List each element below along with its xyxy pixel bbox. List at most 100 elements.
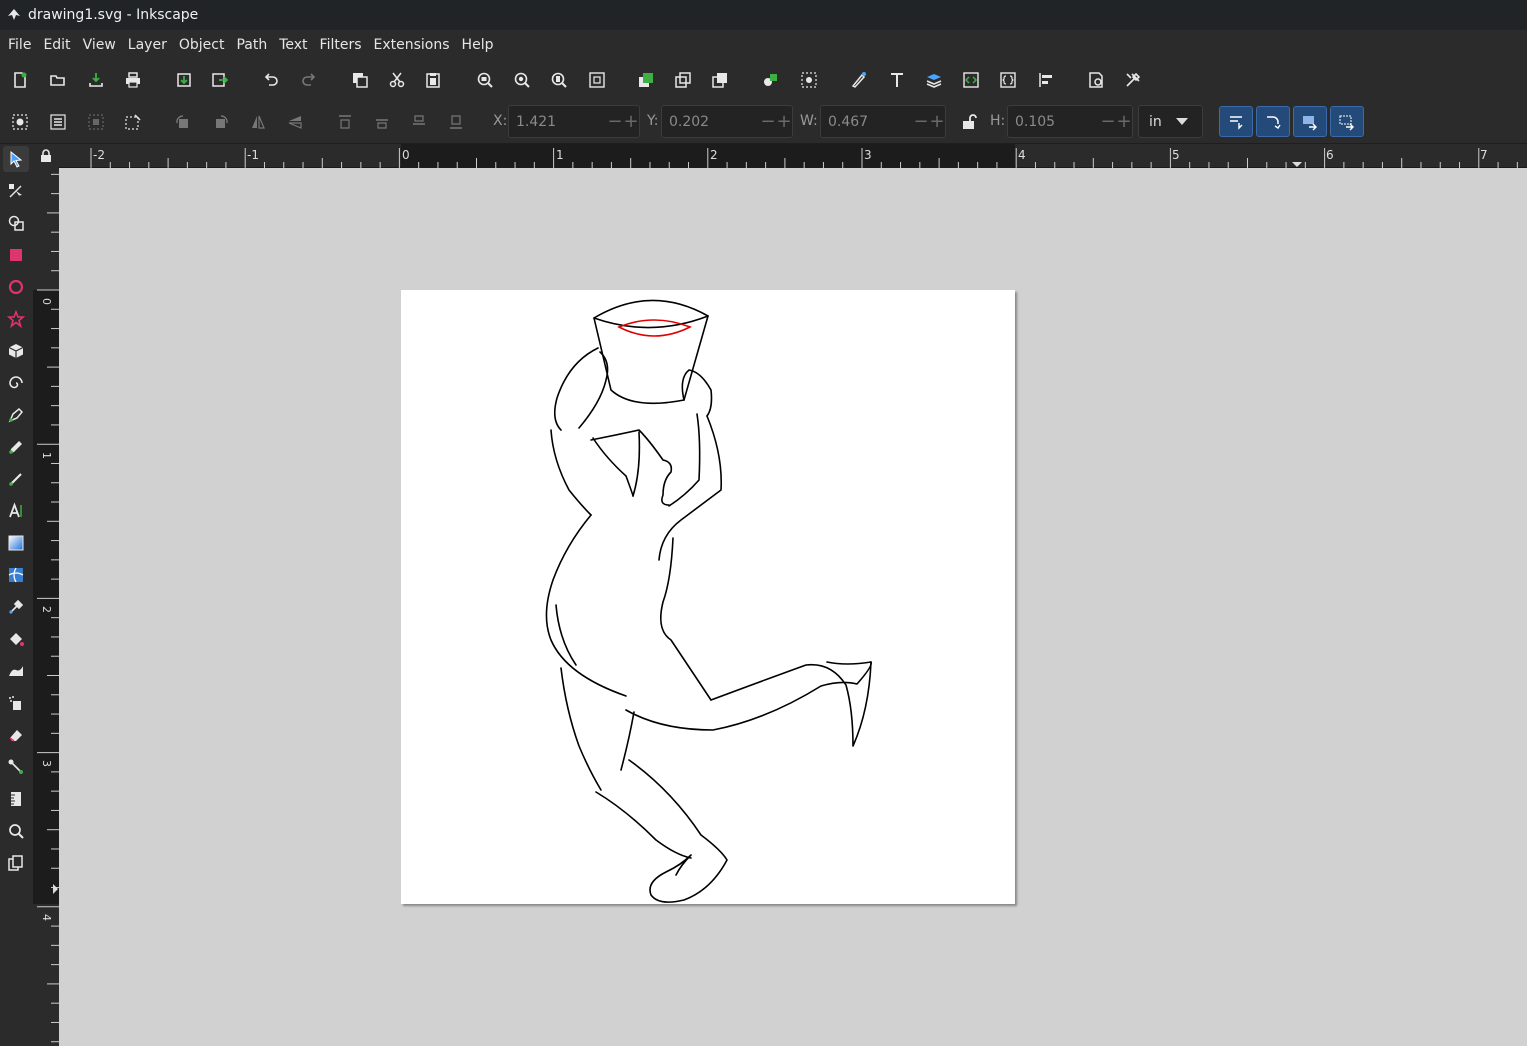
- save-button[interactable]: [82, 66, 110, 94]
- text-font-button[interactable]: [883, 66, 911, 94]
- x-decrement[interactable]: −: [607, 111, 623, 132]
- lock-aspect-button[interactable]: [955, 108, 983, 136]
- raised-leg-bottom-path[interactable]: [710, 661, 872, 747]
- menu-edit[interactable]: Edit: [37, 30, 76, 60]
- import-button[interactable]: [170, 66, 198, 94]
- menu-object[interactable]: Object: [173, 30, 231, 60]
- lower-button[interactable]: [405, 108, 433, 136]
- copy-button[interactable]: [346, 66, 374, 94]
- menu-file[interactable]: File: [2, 30, 37, 60]
- left-forearm-path[interactable]: [550, 429, 592, 516]
- cut-button[interactable]: [383, 66, 411, 94]
- scale-stroke-toggle[interactable]: [1219, 106, 1253, 137]
- tweak-tool[interactable]: [3, 658, 29, 684]
- xml-editor-button[interactable]: [957, 66, 985, 94]
- scale-corners-toggle[interactable]: [1256, 106, 1290, 137]
- rectangle-tool[interactable]: [3, 242, 29, 268]
- document-properties-button[interactable]: [1082, 66, 1110, 94]
- clone-button[interactable]: [669, 66, 697, 94]
- menu-text[interactable]: Text: [273, 30, 313, 60]
- flip-horizontal-button[interactable]: [244, 108, 272, 136]
- unlink-clone-button[interactable]: [706, 66, 734, 94]
- zoom-tool[interactable]: [3, 818, 29, 844]
- pen-tool[interactable]: [3, 402, 29, 428]
- move-patterns-toggle[interactable]: [1330, 106, 1364, 137]
- pencil-tool[interactable]: [3, 434, 29, 460]
- belly-path[interactable]: [555, 604, 577, 666]
- y-spinbox[interactable]: 0.202 − +: [661, 105, 793, 138]
- left-arm-inner-path[interactable]: [578, 351, 609, 429]
- h-spinbox[interactable]: 0.105 − +: [1007, 105, 1133, 138]
- paint-bucket-tool[interactable]: [3, 626, 29, 652]
- horizontal-ruler[interactable]: -2 -1 0 1 2 3 4 5 6 7: [59, 144, 1527, 168]
- left-arm-path[interactable]: [553, 347, 599, 431]
- front-torso-path[interactable]: [660, 537, 712, 701]
- hip-path[interactable]: [560, 667, 602, 791]
- new-document-button[interactable]: [6, 66, 34, 94]
- mesh-tool[interactable]: [3, 562, 29, 588]
- calligraphy-tool[interactable]: [3, 466, 29, 492]
- measure-tool[interactable]: [3, 786, 29, 812]
- pages-tool[interactable]: [3, 850, 29, 876]
- canvas[interactable]: [59, 168, 1527, 1046]
- ungroup-button[interactable]: [795, 66, 823, 94]
- move-gradients-toggle[interactable]: [1293, 106, 1327, 137]
- face-path[interactable]: [590, 429, 673, 506]
- menu-view[interactable]: View: [77, 30, 122, 60]
- drawing[interactable]: [401, 290, 1015, 904]
- y-increment[interactable]: +: [776, 111, 792, 132]
- menu-extensions[interactable]: Extensions: [368, 30, 456, 60]
- h-increment[interactable]: +: [1116, 111, 1132, 132]
- vessel-body-path[interactable]: [593, 315, 709, 405]
- lower-to-bottom-button[interactable]: [442, 108, 470, 136]
- print-button[interactable]: [119, 66, 147, 94]
- redo-button[interactable]: [295, 66, 323, 94]
- raise-button[interactable]: [368, 108, 396, 136]
- select-all-button[interactable]: [6, 108, 34, 136]
- rotate-cw-button[interactable]: [207, 108, 235, 136]
- menu-filters[interactable]: Filters: [314, 30, 368, 60]
- gradient-tool[interactable]: [3, 530, 29, 556]
- open-button[interactable]: [44, 66, 72, 94]
- node-tool[interactable]: [3, 178, 29, 204]
- zoom-fit-button[interactable]: [583, 66, 611, 94]
- touch-select-button[interactable]: [119, 108, 147, 136]
- 3d-box-tool[interactable]: [3, 338, 29, 364]
- flip-vertical-button[interactable]: [281, 108, 309, 136]
- head-path[interactable]: [592, 437, 634, 497]
- selector-tool[interactable]: [3, 146, 29, 172]
- preferences-button[interactable]: [1119, 66, 1147, 94]
- menu-layer[interactable]: Layer: [122, 30, 173, 60]
- group-button[interactable]: [757, 66, 785, 94]
- unit-dropdown[interactable]: in: [1138, 105, 1203, 138]
- right-arm-path[interactable]: [658, 415, 723, 561]
- back-leg-path[interactable]: [595, 791, 692, 859]
- rotate-ccw-button[interactable]: [169, 108, 197, 136]
- star-polygon-tool[interactable]: [3, 306, 29, 332]
- selectors-css-button[interactable]: [994, 66, 1022, 94]
- ear-path[interactable]: [632, 431, 641, 497]
- y-decrement[interactable]: −: [760, 111, 776, 132]
- fill-stroke-button[interactable]: [845, 66, 873, 94]
- deselect-button[interactable]: [82, 108, 110, 136]
- export-button[interactable]: [206, 66, 234, 94]
- raise-to-top-button[interactable]: [331, 108, 359, 136]
- layers-button[interactable]: [920, 66, 948, 94]
- menu-path[interactable]: Path: [230, 30, 273, 60]
- vertical-ruler[interactable]: 0 1 2 3 4: [33, 168, 59, 1046]
- spray-tool[interactable]: [3, 690, 29, 716]
- x-increment[interactable]: +: [623, 111, 639, 132]
- eraser-tool[interactable]: [3, 722, 29, 748]
- w-decrement[interactable]: −: [913, 111, 929, 132]
- spiral-tool[interactable]: [3, 370, 29, 396]
- zoom-page-button[interactable]: [545, 66, 573, 94]
- shin-path[interactable]: [628, 759, 728, 903]
- zoom-selection-button[interactable]: [471, 66, 499, 94]
- back-path[interactable]: [545, 514, 627, 697]
- dropper-tool[interactable]: [3, 594, 29, 620]
- duplicate-button[interactable]: [632, 66, 660, 94]
- w-spinbox[interactable]: 0.467 − +: [820, 105, 946, 138]
- zoom-drawing-button[interactable]: [508, 66, 536, 94]
- menu-help[interactable]: Help: [456, 30, 500, 60]
- text-tool[interactable]: [3, 498, 29, 524]
